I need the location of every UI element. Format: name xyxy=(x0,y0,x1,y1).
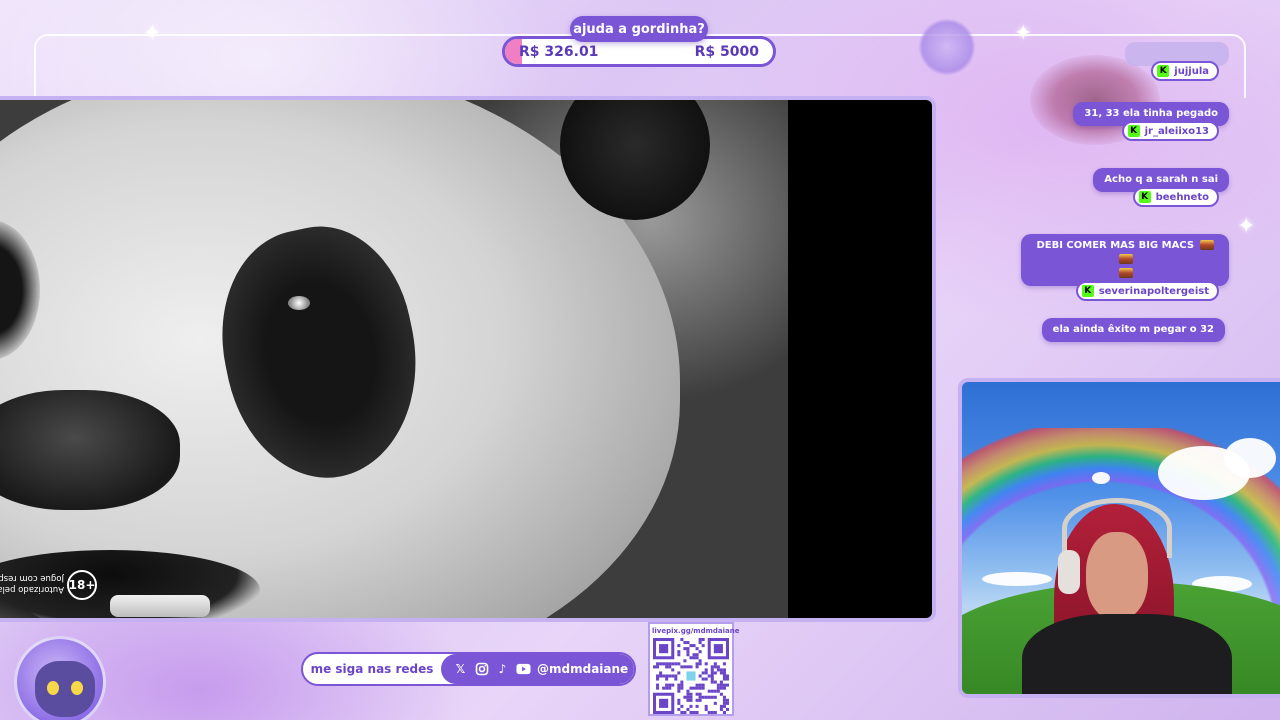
goal-target-amount: R$ 5000 xyxy=(694,43,759,60)
chat-overlay: K jujjula 31, 33 ela tinha pegado K jr_a… xyxy=(1010,40,1235,360)
social-links-bar: me siga nas redes 𝕏 ♪ @mdmdaiane xyxy=(301,652,636,686)
emote-icon xyxy=(1199,240,1214,250)
goal-title: ajuda a gordinha? xyxy=(570,16,708,42)
qr-code-icon xyxy=(653,638,729,714)
kick-icon: K xyxy=(1081,285,1094,297)
cloud xyxy=(1092,472,1110,484)
age-rating-badge: 18+ xyxy=(67,570,97,600)
chat-message: Acho q a sarah n sai K beehneto xyxy=(1093,168,1229,207)
chat-bubble: DEBI COMER MAS BIG MACS xyxy=(1021,234,1229,286)
chat-username: K jujjula xyxy=(1151,61,1219,81)
cat-mascot-icon xyxy=(35,661,95,717)
kick-icon: K xyxy=(1138,191,1151,203)
panda-video-scene: Autorizado pela P Jogue com respon 18+ xyxy=(0,100,788,618)
decorative-star-icon xyxy=(918,18,976,76)
gambling-disclaimer: Autorizado pela P Jogue com respon xyxy=(0,572,64,594)
sparkle-icon: ✦ xyxy=(143,21,162,46)
x-icon: 𝕏 xyxy=(455,662,466,676)
instagram-icon xyxy=(474,662,489,677)
headphones-icon xyxy=(1062,498,1172,558)
emote-icon xyxy=(1119,268,1133,278)
chat-username: K severinapoltergeist xyxy=(1075,281,1219,301)
youtube-icon xyxy=(516,662,531,677)
chat-username: K jr_aleiixo13 xyxy=(1121,121,1219,141)
social-handle-pill: 𝕏 ♪ @mdmdaiane xyxy=(441,654,634,684)
webcam-feed xyxy=(962,382,1280,694)
chat-message: 31, 33 ela tinha pegado K jr_aleiixo13 xyxy=(1073,102,1229,141)
chat-username-text: jr_aleiixo13 xyxy=(1144,125,1209,137)
qr-label: livepix.gg/mdmdaiane xyxy=(652,627,740,635)
panda-nose xyxy=(0,390,180,510)
chat-username-text: jujjula xyxy=(1174,65,1209,77)
donation-qr-code: livepix.gg/mdmdaiane xyxy=(648,622,740,716)
panda-eye xyxy=(288,296,310,310)
webcam-frame xyxy=(958,378,1280,698)
kick-icon: K xyxy=(1127,125,1140,137)
cloud xyxy=(982,572,1052,586)
social-handle: @mdmdaiane xyxy=(537,662,629,676)
emote-icon xyxy=(1119,254,1133,264)
chat-bubble-text: DEBI COMER MAS BIG MACS xyxy=(1036,240,1195,251)
sparkle-icon: ✦ xyxy=(1237,214,1256,239)
social-label: me siga nas redes xyxy=(310,662,434,676)
panda-teeth xyxy=(110,595,210,617)
cat-eye xyxy=(47,681,59,695)
chat-message: K jujjula xyxy=(1125,42,1229,81)
chat-bubble: ela ainda êxito m pegar o 32 xyxy=(1041,318,1225,342)
chat-message: DEBI COMER MAS BIG MACS K severinapolter… xyxy=(1021,234,1229,301)
cloud xyxy=(1224,438,1276,478)
chat-username-text: severinapoltergeist xyxy=(1098,285,1209,297)
disclaimer-line: Jogue com respon xyxy=(0,573,64,583)
disclaimer-line: Autorizado pela P xyxy=(0,584,64,594)
main-video[interactable]: Autorizado pela P Jogue com respon 18+ xyxy=(0,100,932,618)
tiktok-icon: ♪ xyxy=(498,662,507,676)
avatar xyxy=(14,636,106,720)
main-video-frame: Autorizado pela P Jogue com respon 18+ xyxy=(0,96,936,622)
goal-current-amount: R$ 326.01 xyxy=(519,43,599,60)
chat-message: ela ainda êxito m pegar o 32 xyxy=(1041,318,1225,342)
chat-username-text: beehneto xyxy=(1155,191,1209,203)
chat-username: K beehneto xyxy=(1132,187,1219,207)
kick-icon: K xyxy=(1157,65,1170,77)
cat-eye xyxy=(71,681,83,695)
headphone-earcup xyxy=(1058,550,1080,594)
streamer-body xyxy=(1022,614,1232,694)
